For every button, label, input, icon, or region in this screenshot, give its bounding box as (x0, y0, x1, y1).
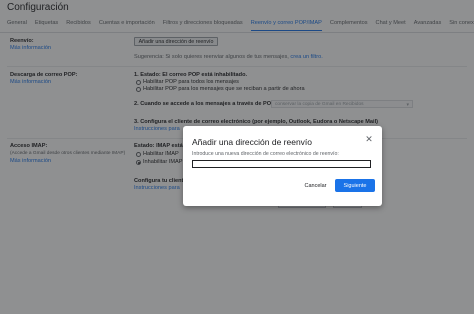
dialog-prompt: Introduce una nueva dirección de correo … (192, 151, 339, 157)
dialog-cancel-button[interactable]: Cancelar (302, 181, 329, 191)
close-icon[interactable]: ✕ (364, 134, 374, 144)
dialog-next-button[interactable]: Siguiente (335, 179, 375, 192)
dialog-title: Añadir una dirección de reenvío (192, 137, 313, 147)
forwarding-email-input[interactable] (192, 160, 371, 168)
add-forwarding-dialog: Añadir una dirección de reenvío ✕ Introd… (183, 126, 382, 206)
